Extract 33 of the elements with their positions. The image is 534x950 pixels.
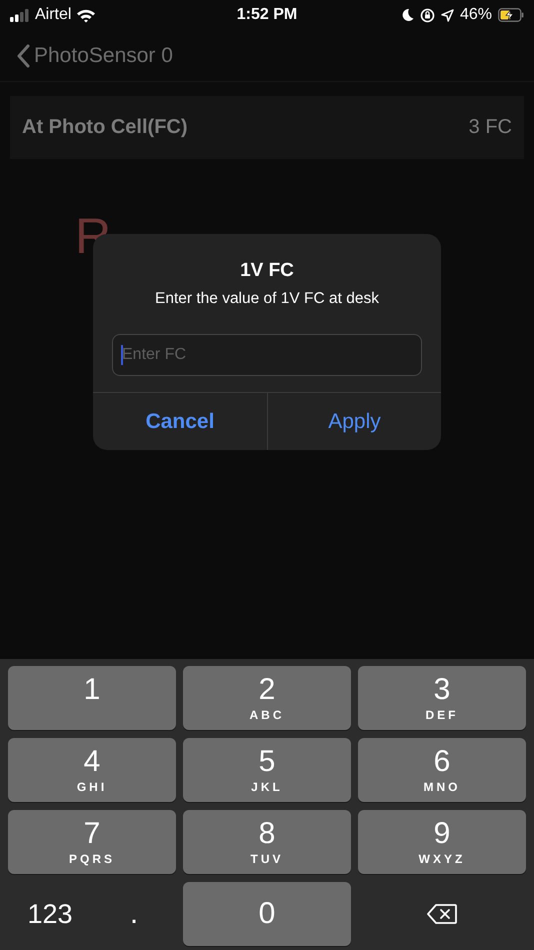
digit-key[interactable]: 1 [8,666,176,730]
wifi-icon [76,8,96,22]
signal-icon [10,8,30,22]
mode-key[interactable]: 123 [8,882,92,946]
rotation-lock-icon [420,8,435,22]
dialog-title: 1V FC [240,260,294,282]
cancel-button[interactable]: Cancel [93,393,267,450]
setting-row[interactable]: At Photo Cell(FC) 3 FC [10,96,524,159]
moon-icon [400,8,414,22]
back-chevron-icon [16,44,30,68]
carrier-name: Airtel [35,6,72,24]
status-time: 1:52 PM [236,6,298,24]
digit-key[interactable]: 4 GHI [8,738,176,802]
digit-key[interactable]: 3 DEF [358,666,526,730]
digit-key[interactable]: 8 TUV [183,810,351,874]
decimal-key[interactable]: . [92,882,176,946]
apply-button[interactable]: Apply [267,393,441,450]
digit-key[interactable]: 5 JKL [183,738,351,802]
input-field[interactable]: Enter FC [112,334,422,376]
digit-key[interactable]: 0 [183,882,351,946]
delete-icon [427,904,457,924]
battery-percent: 46% [460,6,492,24]
setting-label: At Photo Cell(FC) [22,116,188,139]
digit-key[interactable]: 6 MNO [358,738,526,802]
location-arrow-icon [440,8,454,22]
digit-key[interactable]: 2 ABC [183,666,351,730]
setting-value: 3 FC [468,116,512,139]
dialog-message: Enter the value of 1V FC at desk [154,290,379,308]
digit-key[interactable]: 7 PQRS [8,810,176,874]
text-cursor [121,345,123,365]
digit-key[interactable]: 9 WXYZ [358,810,526,874]
battery-charging-icon [498,8,524,22]
back-button[interactable]: PhotoSensor 0 [16,44,173,68]
